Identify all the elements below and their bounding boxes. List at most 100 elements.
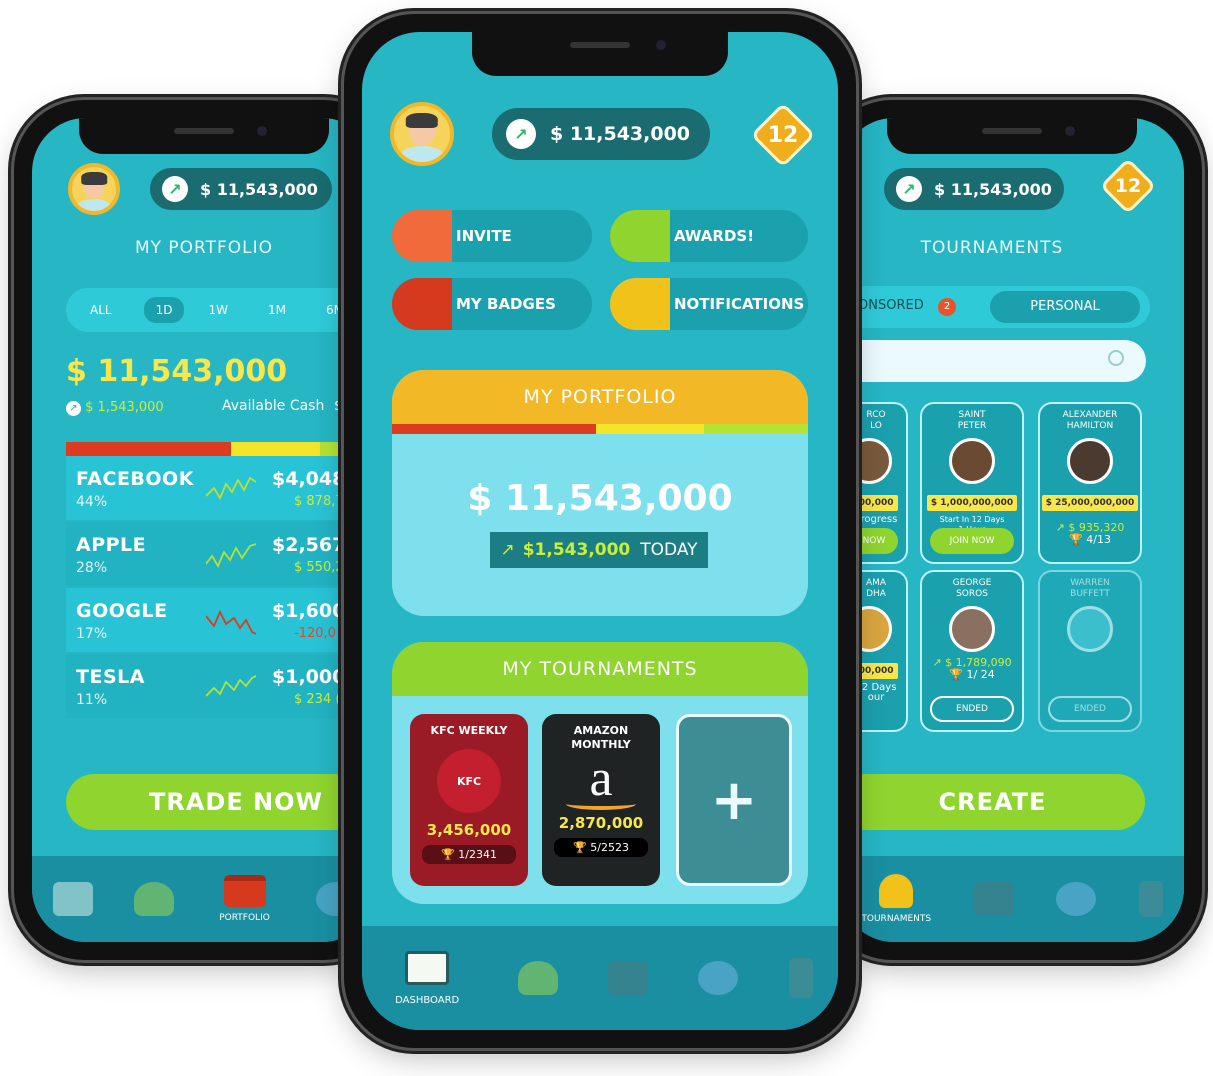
balance-value: $ 11,543,000 bbox=[934, 179, 1052, 199]
tab-bar: PORTFOLIO bbox=[32, 856, 376, 942]
tab-bar: DASHBOARD bbox=[362, 926, 838, 1030]
dashboard-icon bbox=[405, 950, 450, 985]
period-6m[interactable]: 6M bbox=[326, 303, 344, 317]
ended-button[interactable]: ENDED bbox=[1048, 696, 1132, 722]
app-showcase: ↗ $ 11,543,000 MY PORTFOLIO ALL 1D 1W 1M… bbox=[0, 0, 1213, 1076]
period-1w[interactable]: 1W bbox=[208, 303, 228, 317]
trend-up-icon: ↗ bbox=[66, 401, 81, 416]
tile-rank: 🏆 5/2523 bbox=[554, 838, 648, 857]
gain-row: ↗ $ 1,543,000 bbox=[66, 400, 164, 416]
allocation-segment-yellow bbox=[595, 424, 704, 434]
create-button[interactable]: CREATE bbox=[840, 774, 1145, 830]
sparkline-icon bbox=[206, 675, 256, 697]
tournaments-tab[interactable]: TOURNAMENTS bbox=[861, 856, 931, 942]
join-now-button[interactable]: JOIN NOW bbox=[930, 528, 1014, 554]
portfolio-tab[interactable]: PORTFOLIO bbox=[215, 856, 275, 942]
notch bbox=[79, 118, 329, 154]
dashboard-tab-label: DASHBOARD bbox=[395, 994, 460, 1006]
invite-button[interactable]: INVITE bbox=[392, 210, 592, 262]
search-input[interactable] bbox=[840, 340, 1146, 382]
balance-pill[interactable]: ↗ $ 11,543,000 bbox=[150, 168, 332, 210]
tournament-tile-kfc[interactable]: KFC WEEKLY KFC 3,456,000 🏆 1/2341 bbox=[410, 714, 528, 886]
ended-button[interactable]: ENDED bbox=[930, 696, 1014, 722]
avatar[interactable] bbox=[390, 102, 454, 166]
stock-row-google[interactable]: GOOGLE 17% $1,600,00 -120,0 bbox=[66, 588, 376, 652]
portrait-image bbox=[1067, 606, 1113, 652]
portfolio-card[interactable]: MY PORTFOLIO $ 11,543,000 ↗ $1,543,000 T… bbox=[392, 370, 808, 616]
trend-up-icon: ↗ bbox=[162, 176, 188, 202]
trophy-icon: 🏆 bbox=[1069, 533, 1083, 546]
dashboard-icon[interactable] bbox=[52, 882, 93, 916]
notifications-button[interactable]: NOTIFICATIONS bbox=[610, 278, 808, 330]
stock-pct: 44% bbox=[76, 494, 108, 510]
stock-change: $ 550,2 bbox=[294, 560, 344, 575]
awards-label: AWARDS! bbox=[674, 227, 755, 245]
card-name: ALEXANDER HAMILTON bbox=[1062, 410, 1118, 431]
period-1m[interactable]: 1M bbox=[268, 303, 286, 317]
portrait-image bbox=[949, 606, 995, 652]
join-button[interactable]: NOW bbox=[850, 528, 898, 554]
trophy-icon bbox=[879, 874, 914, 908]
balance-pill[interactable]: ↗ $ 11,543,000 bbox=[492, 108, 710, 160]
tournaments-tab-label: TOURNAMENTS bbox=[861, 914, 932, 924]
cash-label: Available Cash bbox=[222, 398, 325, 414]
briefcase-icon[interactable] bbox=[607, 961, 648, 995]
card-name: GEORGE SOROS bbox=[952, 578, 992, 599]
envelope-icon bbox=[610, 278, 670, 330]
stock-row-tesla[interactable]: TESLA 11% $1,000,40 $ 234 ( bbox=[66, 654, 376, 718]
trade-now-button[interactable]: TRADE NOW bbox=[66, 774, 376, 830]
trophy-icon: 🏆 bbox=[949, 668, 963, 681]
left-phone: ↗ $ 11,543,000 MY PORTFOLIO ALL 1D 1W 1M… bbox=[14, 100, 394, 960]
trend-up-icon: ↗ bbox=[896, 176, 922, 202]
invite-label: INVITE bbox=[456, 227, 512, 245]
trophy-icon: 🏆 bbox=[573, 841, 587, 854]
upload-icon[interactable] bbox=[1056, 882, 1097, 916]
my-badges-button[interactable]: MY BADGES bbox=[392, 278, 592, 330]
sparkline-icon bbox=[206, 609, 256, 635]
level-value: 12 bbox=[767, 122, 799, 148]
stock-pct: 28% bbox=[76, 560, 108, 576]
tournament-card-warren-buffett[interactable]: WARREN BUFFETT ENDED bbox=[1038, 570, 1142, 732]
stock-row-facebook[interactable]: FACEBOOK 44% $4,048,0 $ 878,7 bbox=[66, 456, 376, 520]
notch bbox=[887, 118, 1137, 154]
balance-value: $ 11,543,000 bbox=[550, 123, 691, 145]
tournament-card-saint-peter[interactable]: SAINT PETER $ 1,000,000,000 Start In 12 … bbox=[920, 402, 1024, 564]
dashboard-tab[interactable]: DASHBOARD bbox=[387, 926, 467, 1030]
period-all[interactable]: ALL bbox=[90, 303, 112, 317]
trend-up-icon: ↗ bbox=[500, 540, 515, 560]
level-badge[interactable]: 12 bbox=[1099, 157, 1157, 215]
period-1d[interactable]: 1D bbox=[143, 297, 185, 323]
allocation-segment-red bbox=[392, 424, 596, 434]
trophy-icon[interactable] bbox=[517, 961, 558, 995]
add-tournament-button[interactable]: + bbox=[676, 714, 792, 886]
balance-pill[interactable]: ↗ $ 11,543,000 bbox=[884, 168, 1064, 210]
level-badge[interactable]: 12 bbox=[750, 102, 816, 168]
building-icon[interactable] bbox=[1138, 881, 1163, 917]
tile-amount: 2,870,000 bbox=[558, 814, 644, 832]
awards-button[interactable]: AWARDS! bbox=[610, 210, 808, 262]
allocation-segment-green bbox=[703, 424, 808, 434]
stock-list: FACEBOOK 44% $4,048,0 $ 878,7 APPLE 28% … bbox=[66, 456, 376, 720]
notch bbox=[472, 32, 728, 76]
tile-rank: 🏆 1/2341 bbox=[422, 845, 516, 864]
page-title: MY PORTFOLIO bbox=[134, 238, 274, 258]
tile-name: KFC WEEKLY bbox=[430, 724, 508, 737]
badge-icon bbox=[392, 278, 452, 330]
tab-sponsored[interactable]: ONSORED bbox=[858, 298, 924, 313]
briefcase-icon[interactable] bbox=[973, 882, 1014, 916]
today-gain-value: $1,543,000 bbox=[522, 540, 631, 560]
balance-value: $ 11,543,000 bbox=[200, 179, 318, 199]
tournament-tile-amazon[interactable]: AMAZON MONTHLY a 2,870,000 🏆 5/2523 bbox=[542, 714, 660, 886]
tournament-card-george-soros[interactable]: GEORGE SOROS ↗ $ 1,789,090 🏆 1/ 24 ENDED bbox=[920, 570, 1024, 732]
trophy-icon: 🏆 bbox=[441, 848, 455, 861]
amazon-logo-icon: a bbox=[589, 750, 613, 807]
building-icon[interactable] bbox=[788, 958, 813, 998]
avatar[interactable] bbox=[68, 163, 120, 215]
tab-personal[interactable]: PERSONAL bbox=[990, 291, 1140, 323]
trophy-icon[interactable] bbox=[133, 882, 174, 916]
upload-icon[interactable] bbox=[698, 961, 739, 995]
tournament-card-alexander-hamilton[interactable]: ALEXANDER HAMILTON $ 25,000,000,000 ↗ $ … bbox=[1038, 402, 1142, 564]
card-rank: 🏆 4/13 bbox=[1069, 533, 1111, 546]
stock-row-apple[interactable]: APPLE 28% $2,567,00 $ 550,2 bbox=[66, 522, 376, 586]
period-selector: ALL 1D 1W 1M 6M bbox=[66, 288, 376, 332]
